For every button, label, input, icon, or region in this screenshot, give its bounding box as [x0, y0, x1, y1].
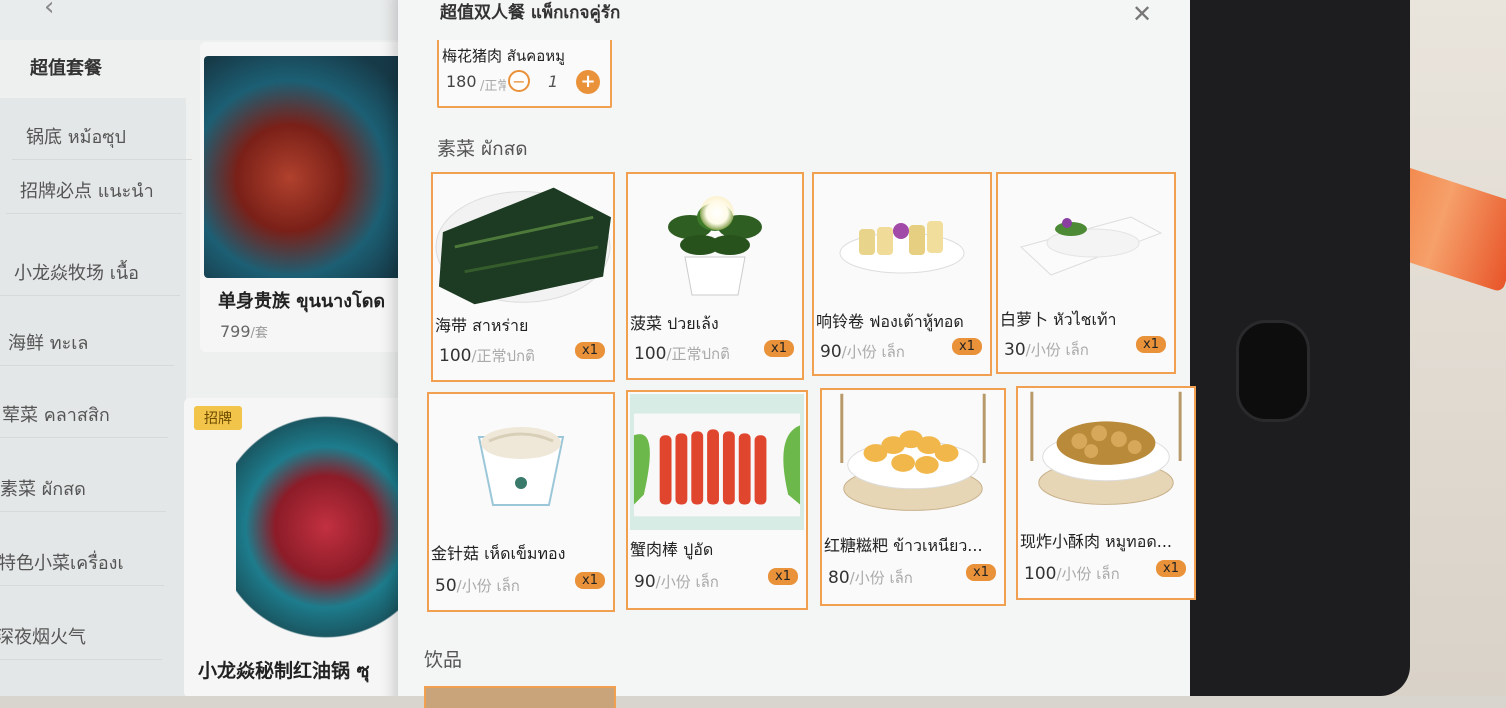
- hotpot-photo: [204, 56, 418, 278]
- quantity-badge: x1: [1156, 560, 1186, 577]
- item-price: 100/正常ปกติ: [439, 346, 535, 366]
- sidebar-item-side-dishes[interactable]: 特色小菜เครื่องเ: [0, 542, 164, 586]
- sidebar-item-seafood[interactable]: 海鲜 ทะเล: [0, 322, 174, 366]
- tablet-camera-hole: [1236, 320, 1310, 422]
- item-price: 30/小份 เล็ก: [1004, 340, 1089, 360]
- item-name: 梅花猪肉 สันคอหมู: [442, 47, 565, 65]
- sidebar-item-vegetables[interactable]: 素菜 ผักสด: [0, 468, 166, 512]
- menu-item-card[interactable]: 白萝卜 หัวไชเท้า 30/小份 เล็ก x1: [996, 172, 1176, 374]
- menu-item-card[interactable]: 现炸小酥肉 หมูทอด... 100/小份 เล็ก x1: [1016, 386, 1196, 600]
- signature-badge: 招牌: [194, 406, 242, 430]
- item-name: 红糖糍粑 ข้าวเหนียว...: [824, 536, 983, 555]
- fried-pork-photo: [1020, 390, 1192, 522]
- enoki-photo: [431, 396, 611, 536]
- decrease-quantity-button[interactable]: −: [508, 70, 530, 92]
- quantity-badge: x1: [1136, 336, 1166, 353]
- item-price: 50/小份 เล็ก: [435, 576, 520, 596]
- top-bar: [0, 0, 420, 40]
- menu-item-card[interactable]: 金针菇 เห็ดเข็มทอง 50/小份 เล็ก x1: [427, 392, 615, 612]
- sidebar-item-beef[interactable]: 小龙焱牧场 เนื้อ: [0, 252, 180, 296]
- item-price: 90/小份 เล็ก: [820, 342, 905, 362]
- item-name: 响铃卷 ฟองเต้าหู้ทอด: [816, 312, 964, 331]
- item-name: 现炸小酥肉 หมูทอด...: [1020, 532, 1172, 551]
- rice-cake-photo: [824, 392, 1002, 526]
- quantity-badge: x1: [768, 568, 798, 585]
- item-name: 白萝卜 หัวไชเท้า: [1000, 310, 1117, 329]
- menu-item-card[interactable]: 海带 สาหร่าย 100/正常ปกติ x1: [431, 172, 615, 382]
- menu-item-card[interactable]: [424, 686, 616, 708]
- section-heading-drinks: 饮品: [424, 649, 463, 671]
- light-glare: [700, 196, 734, 230]
- quantity-badge: x1: [764, 340, 794, 357]
- item-name: 海带 สาหร่าย: [435, 316, 529, 335]
- quantity-badge: x1: [575, 572, 605, 589]
- section-heading-vegetables: 素菜 ผักสด: [437, 138, 528, 160]
- item-price: 100/小份 เล็ก: [1024, 564, 1120, 584]
- sidebar-item-late-night[interactable]: 深夜烟火气: [0, 616, 162, 660]
- item-price: 80/小份 เล็ก: [828, 568, 913, 588]
- close-icon[interactable]: ✕: [1132, 0, 1152, 28]
- category-title: 超值套餐: [30, 58, 102, 79]
- item-name: 蟹肉棒 ปูอัด: [630, 540, 714, 559]
- radish-photo: [1000, 176, 1172, 306]
- crab-stick-photo: [630, 394, 804, 530]
- tofu-skin-roll-photo: [816, 176, 988, 306]
- quantity-badge: x1: [575, 342, 605, 359]
- menu-item-card[interactable]: 蟹肉棒 ปูอัด 90/小份 เล็ก x1: [626, 390, 808, 610]
- kelp-photo: [435, 176, 611, 306]
- quantity-badge: x1: [952, 338, 982, 355]
- menu-item-card[interactable]: 红糖糍粑 ข้าวเหนียว... 80/小份 เล็ก x1: [820, 388, 1006, 606]
- back-arrow-icon[interactable]: ‹: [44, 0, 54, 22]
- item-price: 100/正常ปกติ: [634, 344, 730, 364]
- sidebar-item-hotpot-base[interactable]: 锅底 หม้อซุป: [12, 116, 192, 160]
- item-price: 180: [446, 72, 477, 91]
- modal-title: 超值双人餐 แพ็กเกจคู่รัก: [440, 3, 621, 23]
- item-price: 90/小份 เล็ก: [634, 572, 719, 592]
- item-name: 金针菇 เห็ดเข็มทอง: [431, 544, 566, 563]
- dish-price: 799/套: [220, 322, 268, 341]
- quantity-badge: x1: [966, 564, 996, 581]
- quantity-value: 1: [548, 72, 559, 91]
- dish-name: 单身贵族 ขุนนางโดด: [218, 291, 386, 312]
- menu-item-card[interactable]: 响铃卷 ฟองเต้าหู้ทอด 90/小份 เล็ก x1: [812, 172, 992, 376]
- item-name: 菠菜 ปวยเล้ง: [630, 314, 719, 333]
- increase-quantity-button[interactable]: +: [576, 70, 600, 94]
- red-oil-hotpot-photo: [236, 412, 416, 642]
- sidebar-item-signature[interactable]: 招牌必点 แนะนำ: [6, 170, 182, 214]
- dish-name: 小龙焱秘制红油锅 ซุ: [198, 660, 370, 682]
- sidebar-item-meat[interactable]: 荤菜 คลาสสิก: [0, 394, 168, 438]
- item-unit: /正常: [480, 79, 506, 94]
